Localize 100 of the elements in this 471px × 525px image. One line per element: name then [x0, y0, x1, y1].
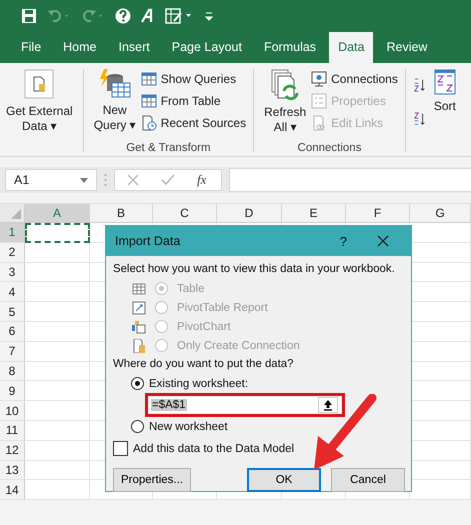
- row-header[interactable]: 4: [0, 282, 25, 302]
- option-label: PivotTable Report: [177, 302, 268, 314]
- ribbon-command[interactable]: Connections: [311, 69, 398, 88]
- row-header[interactable]: 8: [0, 362, 25, 382]
- table-cell[interactable]: [25, 262, 90, 282]
- ribbon-tab[interactable]: Insert: [110, 40, 159, 63]
- column-header[interactable]: D: [217, 204, 282, 223]
- dialog-button[interactable]: Cancel: [331, 468, 405, 492]
- active-cell[interactable]: [25, 223, 90, 243]
- option-label: Only Create Connection: [177, 340, 300, 352]
- row-header[interactable]: 9: [0, 381, 25, 402]
- dialog-title: Import Data: [115, 234, 182, 248]
- column-header[interactable]: G: [410, 204, 471, 223]
- table-cell[interactable]: [25, 322, 90, 342]
- ribbon-tab[interactable]: Home: [54, 40, 106, 63]
- row-header[interactable]: 7: [0, 342, 25, 362]
- row-header[interactable]: 13: [0, 460, 25, 480]
- font-icon[interactable]: [141, 8, 155, 24]
- pivot-table-icon: [132, 300, 146, 314]
- option-label: New worksheet: [149, 420, 228, 432]
- ribbon-tab[interactable]: Review: [377, 40, 436, 63]
- help-button[interactable]: ?: [340, 234, 347, 248]
- group-label: Connections: [296, 142, 362, 156]
- column-header[interactable]: C: [153, 204, 217, 223]
- ribbon-tab[interactable]: Page Layout: [162, 40, 251, 63]
- name-box[interactable]: A1: [5, 169, 97, 191]
- location-prompt: Where do you want to put the data?: [113, 357, 294, 372]
- row-header[interactable]: 6: [0, 322, 25, 342]
- row-header[interactable]: 1: [0, 223, 25, 243]
- ribbon-command[interactable]: Recent Sources: [140, 113, 246, 132]
- row-header[interactable]: 12: [0, 440, 25, 461]
- column-header[interactable]: B: [90, 204, 153, 223]
- table-cell[interactable]: [25, 242, 90, 263]
- document-icon: [24, 69, 54, 99]
- checkbox[interactable]: [113, 441, 128, 456]
- check-icon[interactable]: [161, 174, 175, 186]
- table-cell[interactable]: [25, 381, 90, 402]
- pivot-chart-icon: [132, 320, 146, 334]
- table-cell[interactable]: [25, 282, 90, 302]
- close-icon[interactable]: [377, 235, 389, 247]
- table-cell[interactable]: [25, 342, 90, 362]
- table-cell[interactable]: [25, 401, 90, 421]
- row-header[interactable]: 5: [0, 302, 25, 322]
- table-cell[interactable]: [25, 460, 90, 480]
- ribbon-command[interactable]: From Table: [140, 91, 246, 110]
- sort-ascending-icon[interactable]: [412, 77, 427, 93]
- column-header[interactable]: A: [25, 204, 90, 223]
- collapse-dialog-icon[interactable]: [318, 397, 338, 413]
- table-icon: [140, 70, 157, 86]
- dialog-button[interactable]: OK: [247, 468, 321, 492]
- dialog-button[interactable]: Properties...: [113, 468, 191, 492]
- option-label: PivotChart: [177, 320, 231, 332]
- select-all-button[interactable]: [0, 204, 25, 223]
- ribbon-command[interactable]: Show Queries: [140, 69, 246, 88]
- ribbon-tab[interactable]: Formulas: [254, 40, 326, 63]
- sort-descending-icon[interactable]: [412, 111, 427, 127]
- undo-icon[interactable]: [47, 8, 71, 24]
- link-document-icon: [311, 114, 328, 130]
- column-header[interactable]: F: [346, 204, 410, 223]
- table-cell[interactable]: [25, 480, 90, 500]
- table-cell[interactable]: [25, 302, 90, 322]
- redo-icon[interactable]: [81, 8, 105, 24]
- row-header[interactable]: 14: [0, 480, 25, 500]
- cancel-icon[interactable]: [127, 174, 139, 186]
- list-icon: [311, 92, 328, 108]
- column-header[interactable]: E: [282, 204, 346, 223]
- formula-input[interactable]: [229, 168, 471, 192]
- row-header[interactable]: 2: [0, 242, 25, 263]
- save-icon[interactable]: [21, 8, 37, 24]
- get-external-data-button[interactable]: Get External Data ▾: [3, 67, 76, 156]
- insert-function-button[interactable]: fx: [197, 172, 206, 188]
- grip-icon: [104, 173, 107, 187]
- corner-triangle-icon: [11, 209, 21, 219]
- document-icon: [132, 338, 146, 352]
- table-cell[interactable]: [25, 420, 90, 441]
- table-cell[interactable]: [25, 440, 90, 461]
- refresh-icon: [270, 69, 300, 101]
- dropdown-icon: [80, 178, 88, 182]
- sort-button[interactable]: Sort: [430, 67, 459, 156]
- checkbox-label: Add this data to the Data Model: [133, 442, 294, 454]
- row-header[interactable]: 11: [0, 420, 25, 441]
- row-header[interactable]: 3: [0, 262, 25, 282]
- radio-button[interactable]: [131, 377, 144, 390]
- ribbon-tab[interactable]: Data: [329, 32, 374, 63]
- new-query-button[interactable]: New Query ▾: [90, 67, 139, 142]
- refresh-all-button[interactable]: Refresh All ▾: [261, 67, 310, 142]
- group-label: Get & Transform: [125, 142, 212, 156]
- table-icon: [140, 92, 157, 108]
- prompt-text: Select how you want to view this data in your workbook.: [113, 262, 396, 277]
- option-label: Existing worksheet:: [149, 378, 248, 390]
- table-icon: [132, 282, 146, 296]
- help-icon[interactable]: [115, 8, 131, 24]
- clock-document-icon: [140, 114, 157, 130]
- radio-button[interactable]: [131, 420, 144, 433]
- table-cell[interactable]: [25, 362, 90, 382]
- database-icon: [98, 69, 132, 99]
- range-field[interactable]: =$A$1: [149, 397, 341, 413]
- row-header[interactable]: 10: [0, 401, 25, 421]
- ribbon-tab[interactable]: File: [12, 40, 50, 63]
- customize-toolbar-icon[interactable]: [205, 11, 213, 21]
